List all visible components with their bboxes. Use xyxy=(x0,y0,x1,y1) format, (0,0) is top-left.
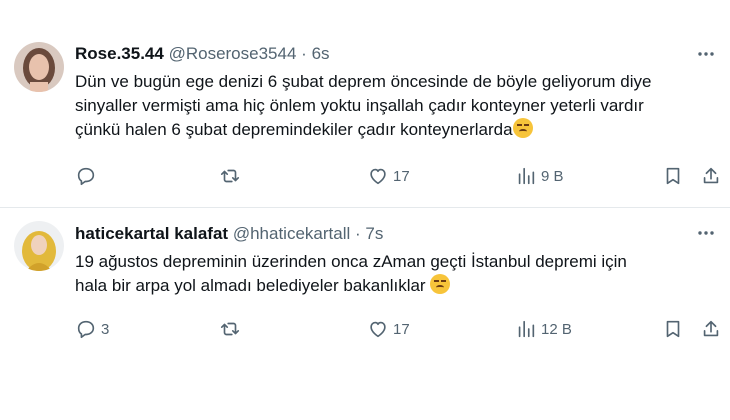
avatar[interactable] xyxy=(14,221,64,271)
more-icon[interactable] xyxy=(694,42,718,66)
tweet-actions: 3 17 12 B xyxy=(75,316,725,342)
tweet-header: haticekartal kalafat @hhaticekartall · 7… xyxy=(75,224,670,244)
retweet-icon xyxy=(220,169,240,183)
view-count: 9 B xyxy=(541,167,564,185)
timestamp[interactable]: 7s xyxy=(365,224,383,243)
reply-icon xyxy=(77,320,95,339)
like-count: 17 xyxy=(393,320,410,338)
avatar[interactable] xyxy=(14,42,64,92)
bookmark-button[interactable] xyxy=(662,163,684,189)
display-name[interactable]: haticekartal kalafat xyxy=(75,224,228,243)
reply-button[interactable] xyxy=(75,163,101,189)
reply-count: 3 xyxy=(101,320,110,338)
tweet-actions: 17 9 B xyxy=(75,163,725,189)
views-icon xyxy=(518,167,535,185)
retweet-icon xyxy=(220,322,240,336)
retweet-button[interactable] xyxy=(219,316,245,342)
like-button[interactable]: 17 xyxy=(367,163,410,189)
views-button[interactable]: 12 B xyxy=(515,316,572,342)
bookmark-icon xyxy=(666,320,680,338)
bookmark-icon xyxy=(666,167,680,185)
retweet-button[interactable] xyxy=(219,163,245,189)
tweet-header: Rose.35.44 @Roserose3544 · 6s xyxy=(75,44,670,64)
share-button[interactable] xyxy=(700,163,722,189)
heart-icon xyxy=(370,168,386,185)
tweet-text-block: 19 ağustos depreminin üzerinden onca zAm… xyxy=(75,250,715,298)
separator: · xyxy=(355,224,361,243)
handle[interactable]: @hhaticekartall xyxy=(233,224,350,243)
view-count: 12 B xyxy=(541,320,572,338)
persevering-face-icon xyxy=(512,118,533,138)
tweet[interactable]: Rose.35.44 @Roserose3544 · 6s Dün ve bug… xyxy=(0,30,730,208)
reply-icon xyxy=(77,167,95,186)
views-button[interactable]: 9 B xyxy=(515,163,564,189)
tweet-text-block: Dün ve bugün ege denizi 6 şubat deprem ö… xyxy=(75,70,715,142)
display-name[interactable]: Rose.35.44 xyxy=(75,44,164,63)
heart-icon xyxy=(370,321,386,338)
tweet-text: Dün ve bugün ege denizi 6 şubat deprem ö… xyxy=(75,72,652,139)
separator: · xyxy=(301,44,307,63)
timestamp[interactable]: 6s xyxy=(312,44,330,63)
share-button[interactable] xyxy=(700,316,722,342)
reply-button[interactable]: 3 xyxy=(75,316,109,342)
like-button[interactable]: 17 xyxy=(367,316,410,342)
handle[interactable]: @Roserose3544 xyxy=(169,44,297,63)
like-count: 17 xyxy=(393,167,410,185)
tweet-text: 19 ağustos depreminin üzerinden onca zAm… xyxy=(75,252,627,295)
share-icon xyxy=(703,167,719,184)
pensive-face-icon xyxy=(430,274,451,294)
share-icon xyxy=(703,320,719,337)
tweet[interactable]: haticekartal kalafat @hhaticekartall · 7… xyxy=(0,209,730,359)
more-icon[interactable] xyxy=(694,221,718,245)
views-icon xyxy=(518,320,535,338)
bookmark-button[interactable] xyxy=(662,316,684,342)
